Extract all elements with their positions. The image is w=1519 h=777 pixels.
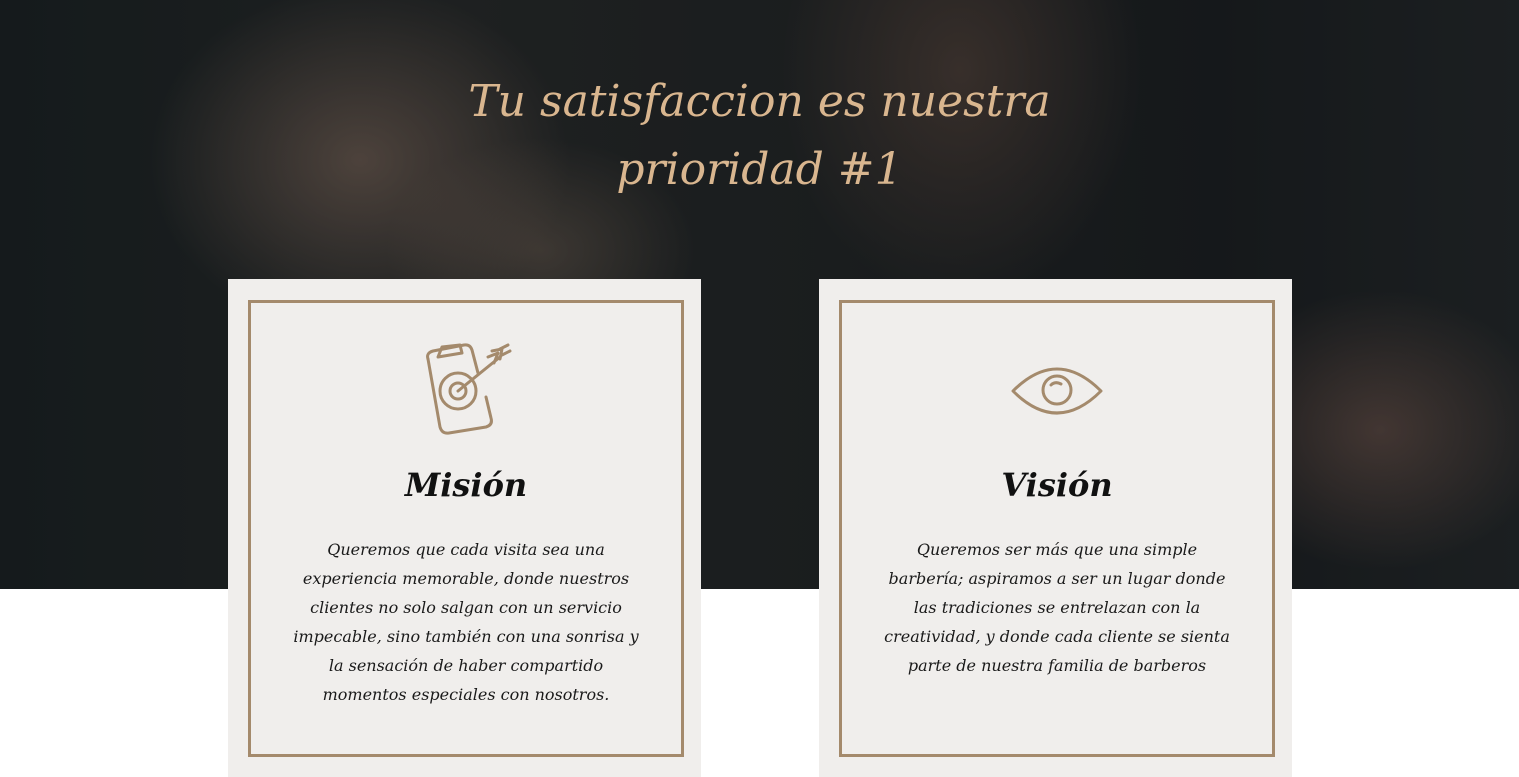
vision-text: Queremos ser más que una simple barbería… [884, 540, 1230, 675]
mission-card-frame: Misión Queremos que cada visita sea una … [248, 300, 684, 757]
page: Tu satisfaccion es nuestra prioridad #1 [0, 0, 1519, 777]
eye-icon [1009, 343, 1105, 443]
vision-card-frame: Visión Queremos ser más que una simple b… [839, 300, 1275, 757]
mission-title: Misión [404, 466, 528, 504]
hero-title-line-2: prioridad #1 [616, 144, 903, 195]
vision-title: Visión [1001, 466, 1113, 504]
hero-title-line-1: Tu satisfaccion es nuestra [468, 76, 1051, 127]
mission-text: Queremos que cada visita sea una experie… [293, 540, 639, 704]
hero-title: Tu satisfaccion es nuestra prioridad #1 [0, 68, 1519, 204]
target-dart-icon [420, 343, 512, 443]
mission-card: Misión Queremos que cada visita sea una … [228, 279, 701, 777]
vision-card: Visión Queremos ser más que una simple b… [819, 279, 1292, 777]
